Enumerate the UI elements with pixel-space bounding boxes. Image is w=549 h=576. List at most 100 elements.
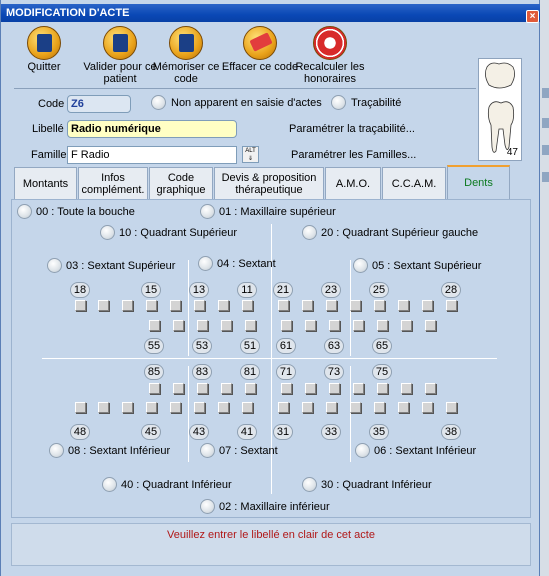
- option-05[interactable]: 05 : Sextant Supérieur: [353, 258, 481, 273]
- tooth-checkbox[interactable]: [242, 300, 253, 311]
- option-30[interactable]: 30 : Quadrant Inférieur: [302, 477, 432, 492]
- tooth-checkbox[interactable]: [401, 320, 412, 331]
- option-radio[interactable]: [353, 258, 368, 273]
- tooth-checkbox[interactable]: [242, 402, 253, 413]
- clear-code-button[interactable]: Effacer ce code: [221, 26, 299, 73]
- tooth-checkbox[interactable]: [329, 383, 340, 394]
- tab-infos[interactable]: Infos complément.: [78, 167, 148, 199]
- option-radio[interactable]: [198, 256, 213, 271]
- tab-code-graphique[interactable]: Code graphique: [149, 167, 213, 199]
- tooth-checkbox[interactable]: [302, 300, 313, 311]
- tooth-checkbox[interactable]: [425, 320, 436, 331]
- option-radio[interactable]: [100, 225, 115, 240]
- tooth-checkbox[interactable]: [326, 300, 337, 311]
- tooth-checkbox[interactable]: [425, 383, 436, 394]
- option-radio[interactable]: [302, 225, 317, 240]
- tooth-checkbox[interactable]: [194, 300, 205, 311]
- option-radio[interactable]: [47, 258, 62, 273]
- tooth-checkbox[interactable]: [305, 320, 316, 331]
- famille-input[interactable]: F Radio: [67, 146, 237, 164]
- tooth-checkbox[interactable]: [281, 383, 292, 394]
- tooth-checkbox[interactable]: [98, 402, 109, 413]
- tooth-checkbox[interactable]: [75, 402, 86, 413]
- tab-amo[interactable]: A.M.O.: [325, 167, 381, 199]
- tooth-checkbox[interactable]: [422, 300, 433, 311]
- tooth-checkbox[interactable]: [353, 320, 364, 331]
- tooth-checkbox[interactable]: [218, 402, 229, 413]
- libelle-input[interactable]: Radio numérique: [67, 120, 237, 138]
- tooth-checkbox[interactable]: [245, 320, 256, 331]
- tooth-checkbox[interactable]: [353, 383, 364, 394]
- option-10[interactable]: 10 : Quadrant Supérieur: [100, 225, 237, 240]
- option-04[interactable]: 04 : Sextant: [198, 256, 276, 271]
- option-radio[interactable]: [17, 204, 32, 219]
- tooth-checkbox[interactable]: [305, 383, 316, 394]
- tooth-checkbox[interactable]: [149, 320, 160, 331]
- tooth-checkbox[interactable]: [149, 383, 160, 394]
- option-radio[interactable]: [102, 477, 117, 492]
- tooth-checkbox[interactable]: [194, 402, 205, 413]
- tooth-checkbox[interactable]: [122, 402, 133, 413]
- option-07[interactable]: 07 : Sextant: [200, 443, 278, 458]
- tooth-checkbox[interactable]: [446, 300, 457, 311]
- tooth-checkbox[interactable]: [245, 383, 256, 394]
- option-radio[interactable]: [200, 499, 215, 514]
- tooth-checkbox[interactable]: [422, 402, 433, 413]
- option-20[interactable]: 20 : Quadrant Supérieur gauche: [302, 225, 478, 240]
- tooth-checkbox[interactable]: [278, 402, 289, 413]
- option-03[interactable]: 03 : Sextant Supérieur: [47, 258, 175, 273]
- traceability-radio[interactable]: [331, 95, 346, 110]
- code-input[interactable]: Z6: [67, 95, 131, 113]
- option-radio[interactable]: [355, 443, 370, 458]
- tooth-checkbox[interactable]: [377, 320, 388, 331]
- tooth-checkbox[interactable]: [374, 300, 385, 311]
- tooth-checkbox[interactable]: [218, 300, 229, 311]
- tab-ccam[interactable]: C.C.A.M.: [382, 167, 446, 199]
- tooth-checkbox[interactable]: [75, 300, 86, 311]
- option-01[interactable]: 01 : Maxillaire supérieur: [200, 204, 336, 219]
- param-families-link[interactable]: Paramétrer les Familles...: [291, 149, 416, 161]
- param-traceability-link[interactable]: Paramétrer la traçabilité...: [289, 123, 415, 135]
- recalculate-fees-button[interactable]: Recalculer les honoraires: [291, 26, 369, 85]
- option-radio[interactable]: [200, 443, 215, 458]
- tooth-checkbox[interactable]: [122, 300, 133, 311]
- option-02[interactable]: 02 : Maxillaire inférieur: [200, 499, 330, 514]
- tab-devis[interactable]: Devis & proposition thérapeutique: [214, 167, 324, 199]
- tooth-checkbox[interactable]: [398, 300, 409, 311]
- tooth-checkbox[interactable]: [350, 402, 361, 413]
- tooth-checkbox[interactable]: [350, 300, 361, 311]
- tooth-checkbox[interactable]: [377, 383, 388, 394]
- tab-montants[interactable]: Montants: [14, 167, 77, 199]
- tooth-checkbox[interactable]: [197, 320, 208, 331]
- tooth-checkbox[interactable]: [281, 320, 292, 331]
- option-00[interactable]: 00 : Toute la bouche: [17, 204, 135, 219]
- tooth-checkbox[interactable]: [173, 383, 184, 394]
- option-radio[interactable]: [302, 477, 317, 492]
- tooth-checkbox[interactable]: [374, 402, 385, 413]
- tooth-checkbox[interactable]: [329, 320, 340, 331]
- tooth-checkbox[interactable]: [221, 320, 232, 331]
- close-icon[interactable]: ×: [526, 10, 539, 23]
- option-06[interactable]: 06 : Sextant Inférieur: [355, 443, 476, 458]
- not-visible-radio[interactable]: [151, 95, 166, 110]
- option-radio[interactable]: [49, 443, 64, 458]
- tooth-checkbox[interactable]: [401, 383, 412, 394]
- tooth-checkbox[interactable]: [221, 383, 232, 394]
- tooth-checkbox[interactable]: [173, 320, 184, 331]
- option-40[interactable]: 40 : Quadrant Inférieur: [102, 477, 232, 492]
- tooth-checkbox[interactable]: [398, 402, 409, 413]
- tab-dents[interactable]: Dents: [447, 165, 510, 199]
- tooth-checkbox[interactable]: [302, 402, 313, 413]
- alt-button[interactable]: ALT ⇓: [242, 146, 259, 163]
- tooth-checkbox[interactable]: [326, 402, 337, 413]
- tooth-checkbox[interactable]: [146, 300, 157, 311]
- tooth-checkbox[interactable]: [170, 402, 181, 413]
- tooth-checkbox[interactable]: [170, 300, 181, 311]
- quit-button[interactable]: Quitter: [5, 26, 83, 73]
- tooth-checkbox[interactable]: [98, 300, 109, 311]
- tooth-checkbox[interactable]: [278, 300, 289, 311]
- tooth-checkbox[interactable]: [197, 383, 208, 394]
- tooth-checkbox[interactable]: [446, 402, 457, 413]
- option-radio[interactable]: [200, 204, 215, 219]
- memorize-code-button[interactable]: Mémoriser ce code: [147, 26, 225, 85]
